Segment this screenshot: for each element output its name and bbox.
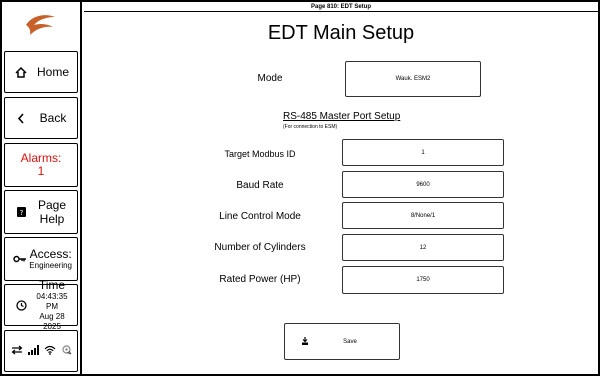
help-book-icon: ?	[10, 206, 32, 218]
wifi-icon	[44, 342, 56, 360]
home-label: Home	[36, 65, 69, 79]
rated-power-field[interactable]: 1750	[342, 266, 504, 294]
number-of-cylinders-label: Number of Cylinders	[214, 242, 306, 253]
target-modbus-id-field[interactable]: 1	[342, 139, 504, 166]
baud-rate-field[interactable]: 9600	[342, 171, 504, 198]
mode-select[interactable]: Wauk. ESM2	[345, 61, 481, 97]
page-help-button[interactable]: ? Page Help	[4, 190, 78, 234]
save-button[interactable]: Save	[284, 323, 400, 360]
time-value: 04:43:35 PM	[36, 292, 68, 311]
time-label: Time	[38, 278, 66, 292]
access-level: Engineering	[29, 261, 72, 270]
page-title-bar: Page 810: EDT Setup	[84, 2, 598, 12]
alarms-count: 1	[37, 164, 45, 178]
baud-rate-label: Baud Rate	[236, 180, 284, 191]
back-label: Back	[39, 111, 67, 125]
brand-logo-icon	[26, 15, 55, 36]
access-label: Access:	[29, 247, 72, 261]
access-button[interactable]: Access: Engineering	[4, 237, 78, 281]
line-control-mode-label: Line Control Mode	[219, 211, 301, 222]
alarms-status: Alarms: 1	[21, 152, 62, 178]
signal-bars-icon	[27, 342, 39, 360]
time-display: Time 04:43:35 PM Aug 28 2025	[4, 278, 78, 331]
rs485-note: (For connection to ESM)	[283, 124, 338, 130]
back-chevron-icon	[10, 112, 32, 124]
home-icon	[10, 66, 32, 78]
logo	[0, 0, 80, 48]
save-icon	[285, 336, 325, 347]
help-label-line2: Help	[39, 212, 65, 226]
transfer-arrows-icon	[11, 342, 23, 360]
date-value: Aug 28 2025	[39, 312, 65, 331]
sidebar: Home Back Alarms: 1 ? Page Help Access: …	[0, 0, 82, 376]
back-button[interactable]: Back	[4, 97, 78, 139]
svg-text:?: ?	[19, 209, 23, 217]
target-modbus-id-label: Target Modbus ID	[224, 149, 296, 159]
save-label: Save	[343, 338, 357, 345]
rs485-heading: RS-485 Master Port Setup	[283, 111, 401, 122]
help-label-line1: Page	[37, 198, 67, 212]
gps-off-icon	[61, 342, 72, 360]
home-button[interactable]: Home	[4, 51, 78, 93]
connection-status-bar[interactable]	[4, 330, 78, 372]
rated-power-label: Rated Power (HP)	[219, 274, 301, 285]
page-title: EDT Main Setup	[267, 22, 415, 44]
number-of-cylinders-field[interactable]: 12	[342, 234, 504, 261]
alarms-button[interactable]: Alarms: 1	[4, 143, 78, 187]
key-icon	[10, 255, 29, 263]
mode-label: Mode	[257, 73, 283, 84]
clock-icon	[10, 299, 32, 311]
line-control-mode-field[interactable]: 8/None/1	[342, 202, 504, 229]
